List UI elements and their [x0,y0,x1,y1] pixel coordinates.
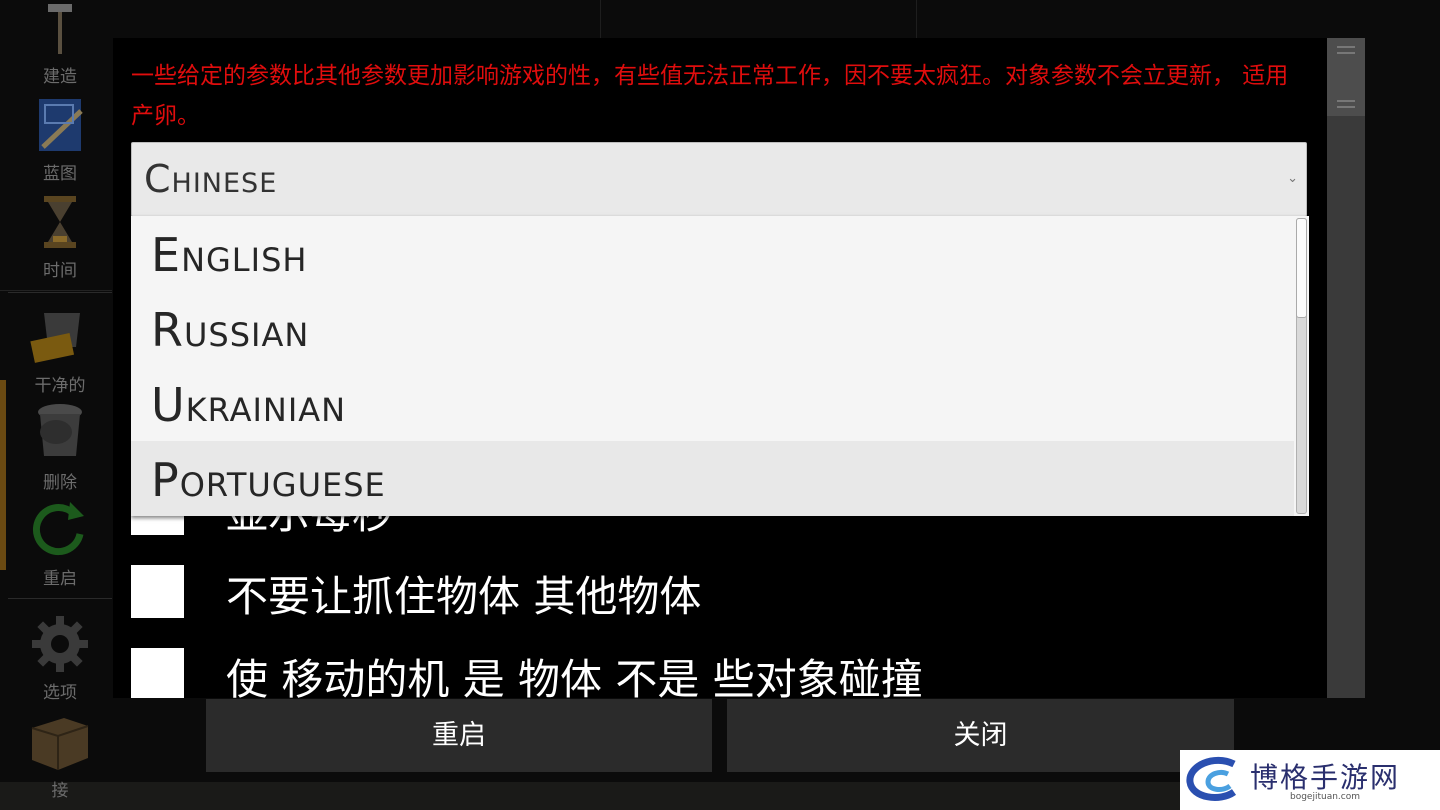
hourglass-icon [44,196,76,248]
left-toolbar: 建造 蓝图 时间 干净的 删除 重启 选项 接 [8,0,112,810]
language-option-highlighted[interactable]: Portuguese [131,441,1294,516]
tool-clean[interactable]: 干净的 [8,305,112,396]
option-label: Ukrainian [151,378,347,432]
trash-can-icon [38,404,82,456]
language-dropdown-list: English Russian Ukrainian Portuguese [131,216,1309,516]
tool-label: 干净的 [34,376,86,396]
tool-options[interactable]: 选项 [8,614,112,704]
blueprint-icon [39,99,83,151]
tool-restart[interactable]: 重启 [8,500,112,590]
dialog-scrollbar-thumb[interactable] [1327,38,1365,116]
divider [600,0,601,38]
settings-warning: 一些给定的参数比其他参数更加影响游戏的性，有些值无法正常工作，因不要太疯狂。对象… [131,63,1289,129]
bucket-icon [30,313,80,363]
tool-label: 建造 [43,67,77,87]
language-option[interactable]: Ukrainian [131,366,1294,441]
tool-build[interactable]: 建造 [8,0,112,90]
divider [8,292,112,293]
watermark-url: bogejituan.com [1290,792,1361,802]
tool-label: 蓝图 [43,164,77,184]
divider [916,0,917,38]
grip-line [1337,52,1355,54]
tool-label: 选项 [43,683,77,703]
restart-button[interactable]: 重启 [206,699,712,772]
watermark-text: 博格手游网 [1250,761,1401,794]
tool-label: 删除 [43,473,77,493]
grip-line [1337,46,1355,48]
checkbox[interactable] [131,565,184,618]
restart-arrow-icon [32,502,84,556]
language-option[interactable]: English [131,216,1294,291]
game-object-edge [0,380,6,570]
tool-delete[interactable]: 删除 [8,402,112,493]
chevron-down-icon: ⌄ [1287,171,1298,186]
gear-icon [32,616,88,672]
watermark: 博格手游网 bogejituan.com [1180,750,1440,810]
watermark-logo-icon [1186,756,1237,801]
tool-time[interactable]: 时间 [8,192,112,282]
language-select-value: Chinese [144,157,278,201]
build-hammer-icon [48,4,72,54]
option-label: English [151,228,308,282]
close-button[interactable]: 关闭 [727,699,1234,772]
grip-line [1337,100,1355,102]
dialog-scrollbar[interactable] [1327,38,1365,698]
option-label: Russian [151,303,310,357]
divider [8,598,112,599]
tool-label: 重启 [43,569,77,589]
option-label: 不要让抓住物体 其他物体 [226,572,702,621]
tool-blueprint[interactable]: 蓝图 [8,95,112,185]
option-label: 使 移动的机 是 物体 不是 些对象碰撞 [226,655,923,698]
tool-connect[interactable]: 接 [8,712,112,808]
option-label: Portuguese [151,453,386,507]
checkbox[interactable] [131,648,184,698]
language-option[interactable]: Russian [131,291,1294,366]
grip-line [1337,106,1355,108]
tool-label: 时间 [43,261,77,281]
tool-label: 接 [51,781,69,801]
box-icon [31,718,89,770]
dropdown-scrollbar-thumb[interactable] [1296,218,1307,318]
language-select[interactable]: Chinese ⌄ [131,142,1307,217]
